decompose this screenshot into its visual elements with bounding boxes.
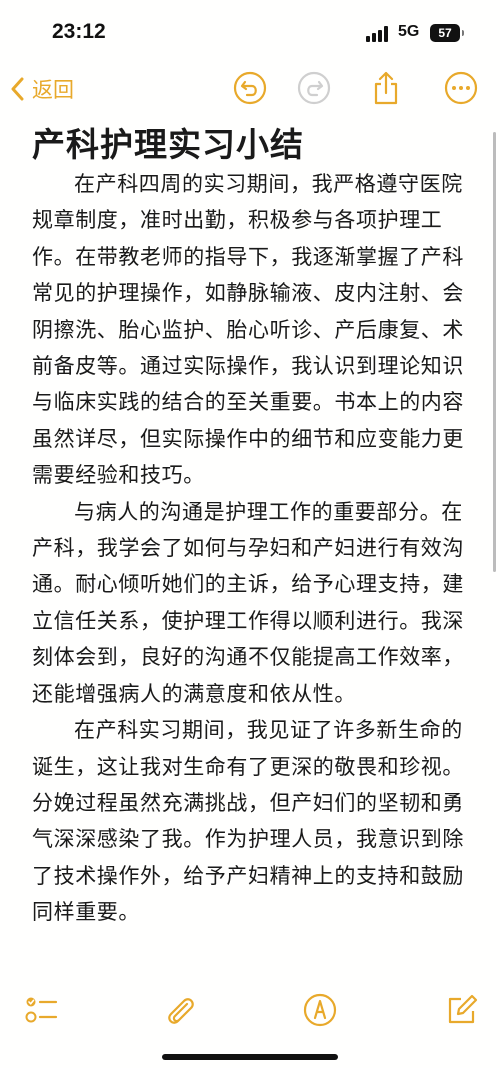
- note-paragraph: 与病人的沟通是护理工作的重要部分。在产科，我学会了如何与孕妇和产妇进行有效沟通。…: [32, 499, 464, 706]
- more-icon[interactable]: [443, 70, 479, 106]
- nav-bar: 返回: [0, 64, 500, 114]
- back-button[interactable]: 返回: [10, 72, 74, 106]
- note-body[interactable]: 在产科四周的实习期间，我严格遵守医院规章制度，准时出勤，积极参与各项护理工作。在…: [32, 166, 472, 978]
- compose-icon[interactable]: [444, 992, 480, 1028]
- battery-icon: 57: [430, 24, 464, 42]
- checklist-icon[interactable]: [24, 992, 60, 1028]
- attachment-icon[interactable]: [162, 992, 198, 1028]
- markup-icon[interactable]: [302, 992, 338, 1028]
- back-label: 返回: [32, 78, 74, 102]
- status-bar: 23:12 5G 57: [0, 0, 500, 64]
- bottom-toolbar: [0, 984, 500, 1068]
- note-paragraph: 在产科实习期间，我见证了许多新生命的诞生，这让我对生命有了更深的敬畏和珍视。分娩…: [32, 718, 464, 925]
- signal-icon: [366, 26, 392, 42]
- scrollbar[interactable]: [493, 132, 496, 572]
- note-title[interactable]: 产科护理实习小结: [32, 118, 304, 166]
- status-time: 23:12: [52, 20, 106, 43]
- network-type: 5G: [398, 23, 420, 40]
- home-indicator[interactable]: [162, 1054, 338, 1060]
- share-icon[interactable]: [368, 70, 404, 106]
- chevron-left-icon: [11, 77, 24, 101]
- note-paragraph: 在产科四周的实习期间，我严格遵守医院规章制度，准时出勤，积极参与各项护理工作。在…: [32, 172, 464, 488]
- undo-icon[interactable]: [232, 70, 268, 106]
- redo-icon[interactable]: [296, 70, 332, 106]
